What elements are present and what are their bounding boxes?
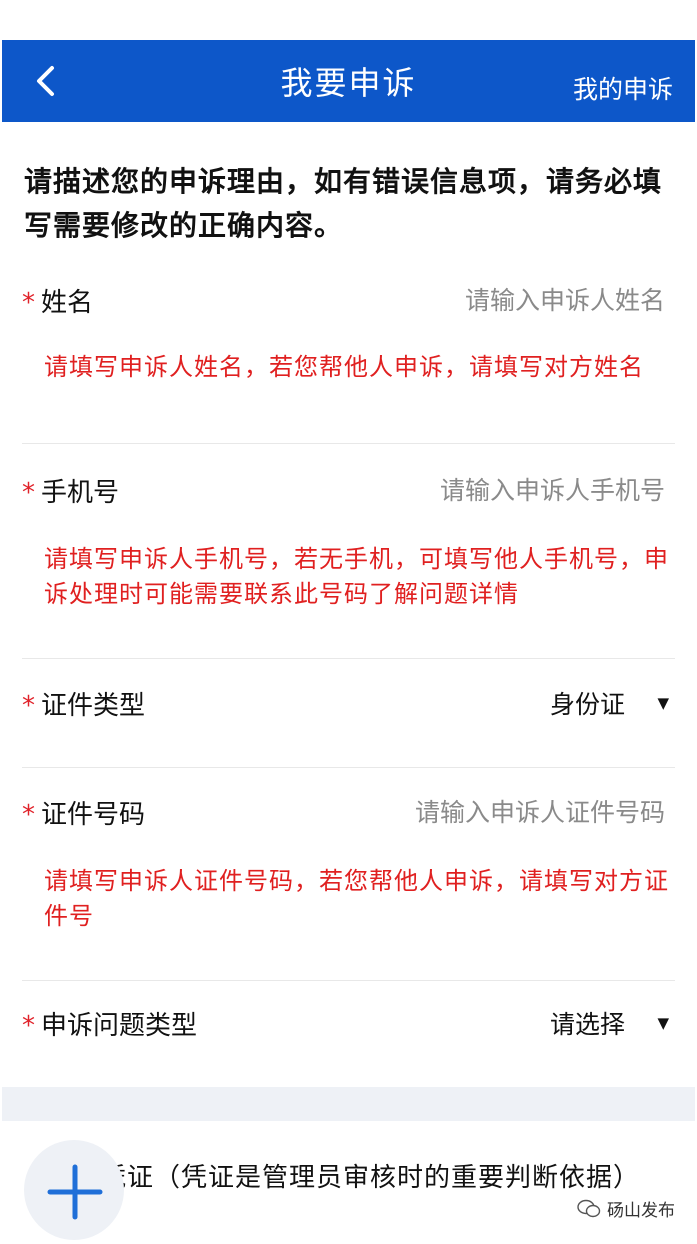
id-type-field[interactable]: * 证件类型 身份证 ▼ [22,681,675,768]
instruction-text: 请描述您的申诉理由，如有错误信息项，请务必填写需要修改的正确内容。 [24,165,663,242]
watermark: 砀山发布 [577,1196,675,1221]
id-number-hint: 请填写申诉人证件号码，若您帮他人申诉，请填写对方证件号 [44,867,669,930]
id-number-field: * 证件号码 请填写申诉人证件号码，若您帮他人申诉，请填写对方证件号 [22,790,675,981]
phone-field: * 手机号 请填写申诉人手机号，若无手机，可填写他人手机号，申诉处理时可能需要联… [22,468,675,659]
plus-icon [47,1164,103,1220]
issue-type-field[interactable]: * 申诉问题类型 请选择 ▼ [22,1001,675,1087]
watermark-text: 砀山发布 [607,1201,675,1221]
name-field: * 姓名 请填写申诉人姓名，若您帮他人申诉，请填写对方姓名 [22,278,675,444]
phone-input[interactable] [303,474,667,506]
name-input[interactable] [303,284,667,316]
chevron-down-icon[interactable]: ▼ [657,694,669,712]
id-type-label: * 证件类型 [22,690,146,721]
status-area [0,0,697,40]
issue-type-label: * 申诉问题类型 [22,1010,198,1041]
required-mark: * [22,800,35,830]
issue-type-select[interactable]: 请选择 [550,1005,625,1041]
appeal-form: * 姓名 请填写申诉人姓名，若您帮他人申诉，请填写对方姓名 * 手机号 请填写申… [0,278,697,1087]
app-header: 我要申诉 我的申诉 [2,40,695,122]
add-evidence-button[interactable] [24,1140,124,1240]
section-divider [2,1087,695,1121]
required-mark: * [22,288,35,318]
name-hint: 请填写申诉人姓名，若您帮他人申诉，请填写对方姓名 [44,353,644,381]
required-mark: * [22,1011,35,1041]
wechat-icon [577,1199,601,1217]
id-type-select[interactable]: 身份证 [550,685,625,721]
id-number-label: * 证件号码 [22,799,146,830]
name-label: * 姓名 [22,287,94,318]
my-appeal-link[interactable]: 我的申诉 [573,70,673,106]
required-mark: * [22,691,35,721]
chevron-down-icon[interactable]: ▼ [657,1014,669,1032]
required-mark: * [22,478,35,508]
phone-label: * 手机号 [22,477,120,508]
id-number-input[interactable] [303,796,667,828]
phone-hint: 请填写申诉人手机号，若无手机，可填写他人手机号，申诉处理时可能需要联系此号码了解… [44,545,669,608]
